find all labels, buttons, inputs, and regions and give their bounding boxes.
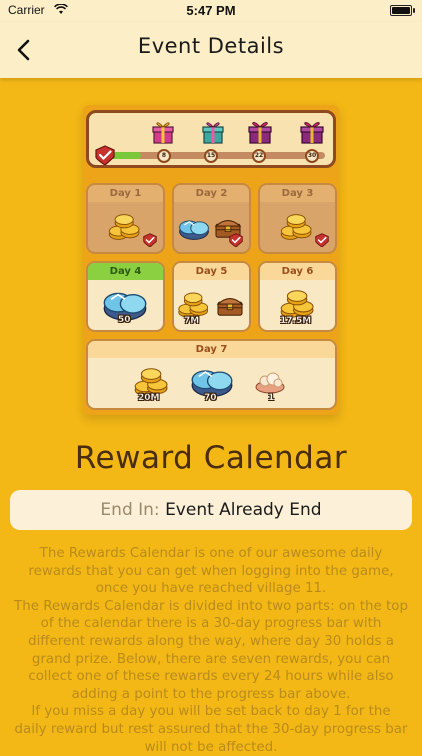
description-text: The Rewards Calendar is one of our aweso… (14, 545, 408, 756)
end-label: End In: (100, 500, 160, 520)
milestone-marker: 22 (252, 149, 266, 163)
day-card-1[interactable]: Day 1 (86, 183, 165, 254)
day-label: Day 4 (88, 263, 163, 280)
gift-icon (201, 119, 225, 145)
page-title: Event Details (137, 34, 285, 58)
day-card-5[interactable]: Day 5 7M (172, 261, 251, 332)
reward-amount: 17.5M (280, 316, 312, 326)
battery-icon (390, 5, 415, 16)
cake-crumbs-icon (253, 369, 287, 395)
day-card-6[interactable]: Day 6 17.5M (258, 261, 337, 332)
milestone-marker: 15 (204, 149, 218, 163)
day-label: Day 7 (88, 341, 335, 358)
milestone-marker: 30 (305, 149, 319, 163)
end-value: Event Already End (165, 500, 322, 520)
check-badge-icon (94, 145, 116, 165)
reward-amount: 70 (204, 393, 217, 403)
coins-icon (280, 289, 316, 319)
day-label: Day 3 (260, 185, 335, 202)
coins-icon (108, 213, 142, 241)
description-paragraph: If you miss a day you will be set back t… (14, 704, 408, 755)
reward-amount: 20M (138, 393, 160, 403)
section-title: Reward Calendar (74, 440, 348, 476)
nav-bar: Event Details (0, 22, 422, 78)
day-label: Day 6 (260, 263, 335, 280)
description-paragraph: The Rewards Calendar is one of our aweso… (28, 546, 394, 597)
day-card-7[interactable]: Day 7 20M 70 1 (86, 339, 337, 410)
gift-icon (151, 119, 175, 145)
coins-icon (178, 291, 210, 319)
check-badge-icon (314, 233, 330, 247)
milestone-marker: 8 (157, 149, 171, 163)
check-badge-icon (228, 233, 244, 247)
reward-amount: 50 (118, 315, 131, 325)
check-badge-icon (142, 233, 158, 247)
chest-icon (216, 293, 244, 317)
end-status-box: End In: Event Already End (10, 490, 412, 530)
day-label: Day 2 (174, 185, 249, 202)
coins-icon (280, 213, 314, 241)
gift-icon (299, 119, 325, 145)
day-card-2[interactable]: Day 2 (172, 183, 251, 254)
day-card-3[interactable]: Day 3 (258, 183, 337, 254)
reward-amount: 1 (268, 393, 275, 403)
day-card-4[interactable]: Day 4 50 (86, 261, 165, 332)
reward-amount: 7M (184, 316, 200, 326)
description-paragraph: The Rewards Calendar is divided into two… (14, 598, 408, 702)
status-bar: Carrier 5:47 PM (0, 0, 422, 22)
spins-icon (178, 217, 210, 241)
day-label: Day 1 (88, 185, 163, 202)
progress-panel: 8 15 22 30 (86, 110, 336, 168)
clock: 5:47 PM (186, 3, 236, 18)
gift-icon (247, 119, 273, 145)
day-label: Day 5 (174, 263, 249, 280)
